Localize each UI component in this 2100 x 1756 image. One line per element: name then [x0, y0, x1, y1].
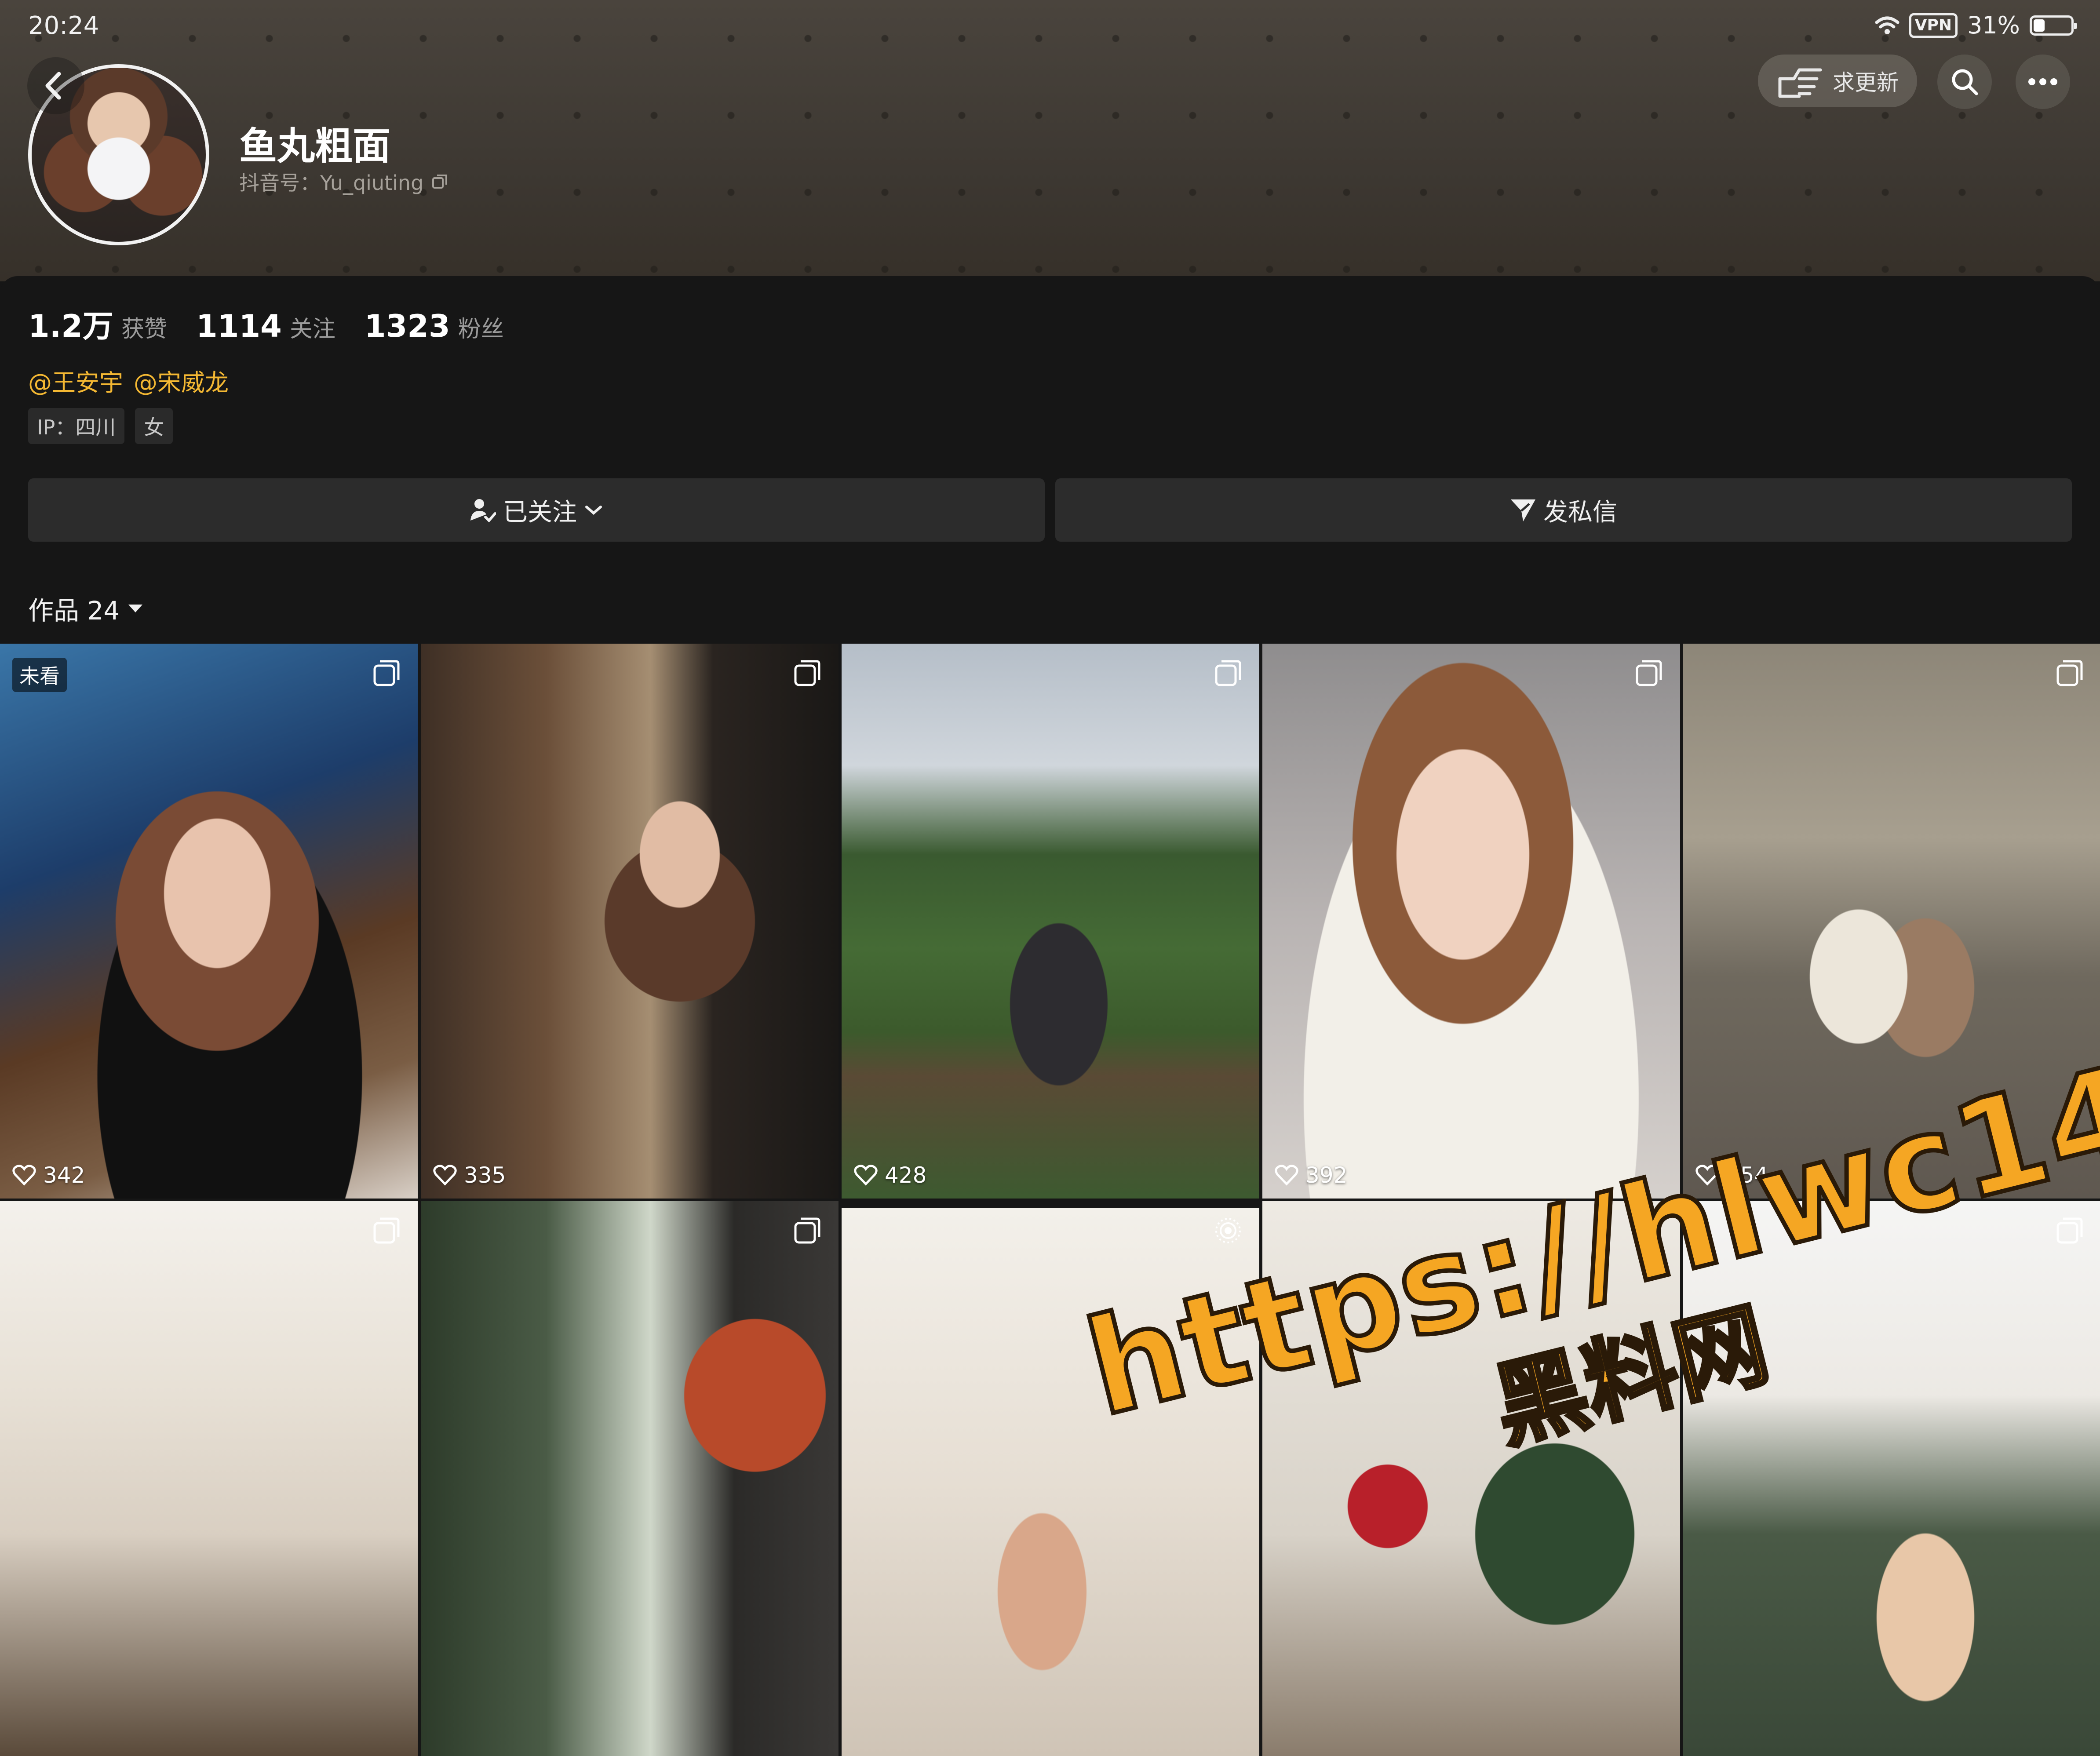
ip-location-tag: IP：四川: [28, 408, 125, 444]
heart-icon: [433, 1165, 457, 1186]
tab-works[interactable]: 作品 24: [28, 590, 143, 627]
more-button[interactable]: [2016, 55, 2070, 109]
like-count-value: 428: [885, 1162, 927, 1188]
like-count-value: 335: [464, 1162, 506, 1188]
gender-tag: 女: [135, 408, 173, 444]
heart-icon: [854, 1165, 878, 1186]
live-photo-icon: [1215, 1218, 1241, 1243]
unwatched-badge: 未看: [12, 658, 67, 692]
mentions: @王安宇 @宋威龙: [28, 363, 229, 398]
video-thumbnail[interactable]: 335: [421, 644, 839, 1199]
profile-tags: IP：四川 女: [28, 408, 173, 444]
followers-count[interactable]: 1323: [365, 308, 450, 344]
caret-down-icon: [128, 605, 143, 612]
search-icon: [1952, 69, 1978, 95]
vpn-badge: VPN: [1909, 13, 1958, 38]
video-thumbnail[interactable]: 未看 342: [0, 644, 418, 1199]
video-thumbnail[interactable]: [0, 1201, 418, 1756]
beg-update-button[interactable]: 求更新: [1758, 55, 1917, 107]
more-dots-icon: [2028, 78, 2057, 85]
beg-update-label: 求更新: [1833, 70, 1899, 95]
following-count[interactable]: 1114: [196, 308, 282, 344]
following-button-label: 已关注: [503, 498, 577, 527]
message-button-label: 发私信: [1543, 498, 1617, 527]
battery-percent: 31%: [1967, 11, 2020, 39]
heart-icon: [1275, 1165, 1298, 1186]
heart-icon: [12, 1165, 36, 1186]
video-thumbnail[interactable]: 392: [1262, 644, 1680, 1199]
likes-count: 1.2万: [28, 308, 114, 344]
multi-image-icon: [794, 660, 820, 686]
multi-image-icon: [1215, 660, 1241, 686]
status-time: 20:24: [28, 11, 99, 40]
like-count: 342: [12, 1162, 85, 1188]
like-count: 392: [1275, 1162, 1347, 1188]
multi-image-icon: [2056, 660, 2083, 686]
pointing-hand-icon: [1778, 68, 1822, 98]
search-button[interactable]: [1937, 55, 1992, 109]
like-count-value: 392: [1305, 1162, 1348, 1188]
followers-label[interactable]: 粉丝: [458, 310, 504, 343]
like-count: 335: [433, 1162, 506, 1188]
profile-stats: 1.2万 获赞 1114 关注 1323 粉丝: [28, 302, 533, 346]
multi-image-icon: [1636, 660, 1662, 686]
message-button[interactable]: 发私信: [1055, 478, 2072, 542]
chevron-left-icon: [45, 72, 61, 100]
following-button[interactable]: 已关注: [28, 478, 1045, 542]
likes-label: 获赞: [121, 316, 168, 342]
profile-username: 鱼丸粗面: [239, 124, 390, 168]
following-label[interactable]: 关注: [290, 310, 335, 343]
works-tab-label: 作品 24: [28, 596, 120, 626]
video-thumbnail[interactable]: [421, 1201, 839, 1756]
like-count-value: 342: [43, 1162, 85, 1188]
like-count: 428: [854, 1162, 926, 1188]
wifi-icon: [1875, 16, 1899, 34]
paper-plane-icon: [1511, 499, 1535, 521]
douyin-id-text: 抖音号：Yu_qiuting: [239, 171, 424, 195]
battery-icon: [2030, 15, 2077, 36]
mention-link[interactable]: @王安宇: [28, 363, 123, 398]
copy-icon[interactable]: [431, 173, 449, 190]
back-button[interactable]: [27, 57, 84, 114]
user-check-icon: [470, 499, 496, 522]
multi-image-icon: [794, 1217, 820, 1244]
multi-image-icon: [373, 1217, 400, 1244]
chevron-down-icon: [585, 506, 602, 515]
video-thumbnail[interactable]: 428: [842, 644, 1259, 1199]
multi-image-icon: [373, 660, 400, 686]
multi-image-icon: [2056, 1217, 2083, 1244]
mention-link[interactable]: @宋威龙: [134, 363, 229, 398]
profile-banner: 20:24 VPN 31% 鱼丸粗面 抖音号：Yu_qiuting 求更新: [0, 0, 2100, 281]
status-indicators: VPN 31%: [1875, 11, 2077, 39]
douyin-id[interactable]: 抖音号：Yu_qiuting: [239, 167, 449, 196]
